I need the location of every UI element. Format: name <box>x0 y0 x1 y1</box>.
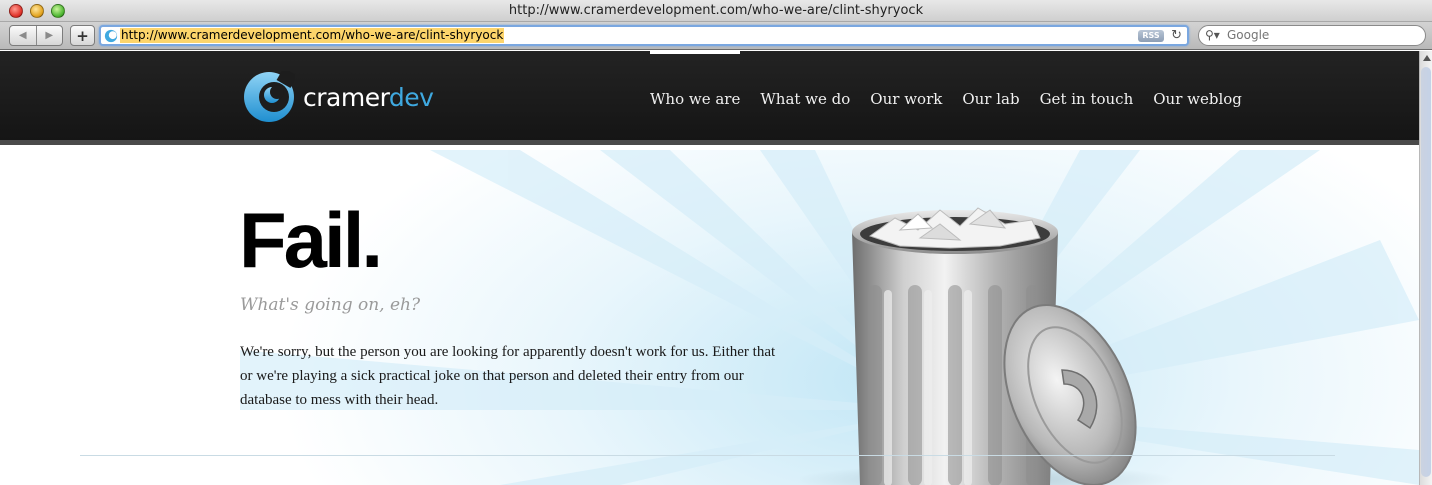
nav-what-we-do[interactable]: What we do <box>760 51 850 145</box>
trash-can-icon <box>800 207 1175 485</box>
nav-who-we-are[interactable]: Who we are <box>650 51 741 145</box>
nav-our-work[interactable]: Our work <box>870 51 942 145</box>
nav-our-weblog[interactable]: Our weblog <box>1153 51 1242 145</box>
url-text[interactable]: http://www.cramerdevelopment.com/who-we-… <box>120 28 505 43</box>
sunburst-background <box>240 150 1419 485</box>
window-titlebar: http://www.cramerdevelopment.com/who-we-… <box>0 0 1432 22</box>
logo-text-cramer: cramer <box>303 82 389 112</box>
hero-section: Fail. What's going on, eh? We're sorry, … <box>0 150 1419 485</box>
back-forward-control: ◀ ▶ <box>9 25 63 46</box>
site-logo[interactable]: cramerdev <box>243 71 434 123</box>
scroll-up-arrow-icon[interactable] <box>1423 55 1431 61</box>
nav-get-in-touch[interactable]: Get in touch <box>1040 51 1134 145</box>
add-bookmark-button[interactable]: + <box>70 25 95 46</box>
back-button[interactable]: ◀ <box>10 26 36 45</box>
search-input[interactable] <box>1227 28 1417 42</box>
vertical-scrollbar[interactable] <box>1419 51 1432 485</box>
rss-badge[interactable]: RSS <box>1138 30 1164 42</box>
search-box[interactable]: ⚲▾ <box>1198 25 1426 46</box>
nav-our-lab[interactable]: Our lab <box>962 51 1019 145</box>
reload-icon[interactable]: ↻ <box>1171 28 1182 43</box>
page-title: Fail. <box>239 196 383 284</box>
forward-button[interactable]: ▶ <box>35 26 63 45</box>
section-divider <box>80 455 1335 456</box>
site-favicon-icon <box>104 29 118 43</box>
logo-text-dev: dev <box>388 82 434 112</box>
page-subtitle: What's going on, eh? <box>240 295 421 315</box>
window-title: http://www.cramerdevelopment.com/who-we-… <box>508 3 924 18</box>
browser-toolbar: ◀ ▶ + http://www.cramerdevelopment.com/w… <box>0 22 1432 50</box>
scroll-thumb[interactable] <box>1421 67 1431 477</box>
main-navigation: Who we are What we do Our work Our lab G… <box>650 51 1262 145</box>
page-viewport: cramerdev Who we are What we do Our work… <box>0 51 1419 485</box>
error-message: We're sorry, but the person you are look… <box>240 344 776 408</box>
cramerdev-logo-icon <box>244 71 295 122</box>
address-bar[interactable]: http://www.cramerdevelopment.com/who-we-… <box>99 25 1189 46</box>
search-icon: ⚲▾ <box>1205 28 1220 42</box>
site-header: cramerdev Who we are What we do Our work… <box>0 51 1419 145</box>
